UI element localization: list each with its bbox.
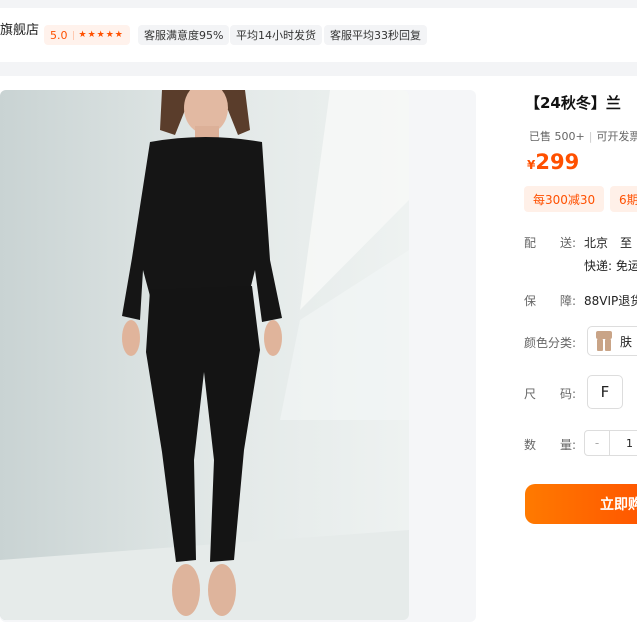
service-tag-satisfaction: 客服满意度95% [138,25,230,45]
size-label: 尺 码: [524,387,577,401]
delivery-label: 配 送: [524,236,577,250]
sales-divider: | [588,130,593,143]
product-main: 【24秋冬】兰 已售 500+ | 可开发票 ¥299 每300减30 6期 配 送… [0,76,637,637]
quantity-stepper: - 1 [584,430,637,456]
rating-value: 5.0 [50,28,68,42]
product-title: 【24秋冬】兰 [525,94,621,112]
color-option-skin[interactable]: 肤 [587,326,637,356]
delivery-route[interactable]: 北京 至 [584,234,632,251]
top-band [0,0,637,8]
quantity-input[interactable]: 1 [610,430,637,456]
sales-count: 已售 500+ [529,130,585,143]
service-tag-response: 客服平均33秒回复 [324,25,427,45]
size-option-f[interactable]: F [587,375,623,409]
section-gap [0,62,637,76]
product-photo-illustration [0,90,409,620]
shop-info-bar: 旗舰店 5.0 ★★★★★ 客服满意度95% 平均14小时发货 客服平均33秒回… [0,8,637,62]
invoice-note: 可开发票 [596,130,637,143]
color-label: 颜色分类: [524,336,577,350]
color-thumbnail-icon [596,331,612,351]
coupon-installment[interactable]: 6期 [610,186,637,212]
product-main-image[interactable] [0,90,409,620]
coupon-discount[interactable]: 每300减30 [524,186,605,212]
color-option-label: 肤 [620,334,633,349]
quantity-label: 数 量: [524,438,577,452]
guarantee-label: 保 障: [524,294,577,308]
delivery-note: 快递: 免运 [584,259,637,273]
buy-now-button[interactable]: 立即购 [525,484,637,524]
sales-info: 已售 500+ | 可开发票 [529,128,637,144]
shop-name[interactable]: 旗舰店 [0,19,39,38]
shop-rating-badge: 5.0 ★★★★★ [44,25,130,45]
rating-divider [72,30,74,40]
price-value: 299 [535,150,580,174]
service-tag-shipping: 平均14小时发货 [230,25,322,45]
price: ¥299 [527,150,579,174]
guarantee-value: 88VIP退货 [584,294,637,308]
quantity-decrease-button[interactable]: - [584,430,610,456]
rating-stars-icon: ★★★★★ [78,30,124,40]
